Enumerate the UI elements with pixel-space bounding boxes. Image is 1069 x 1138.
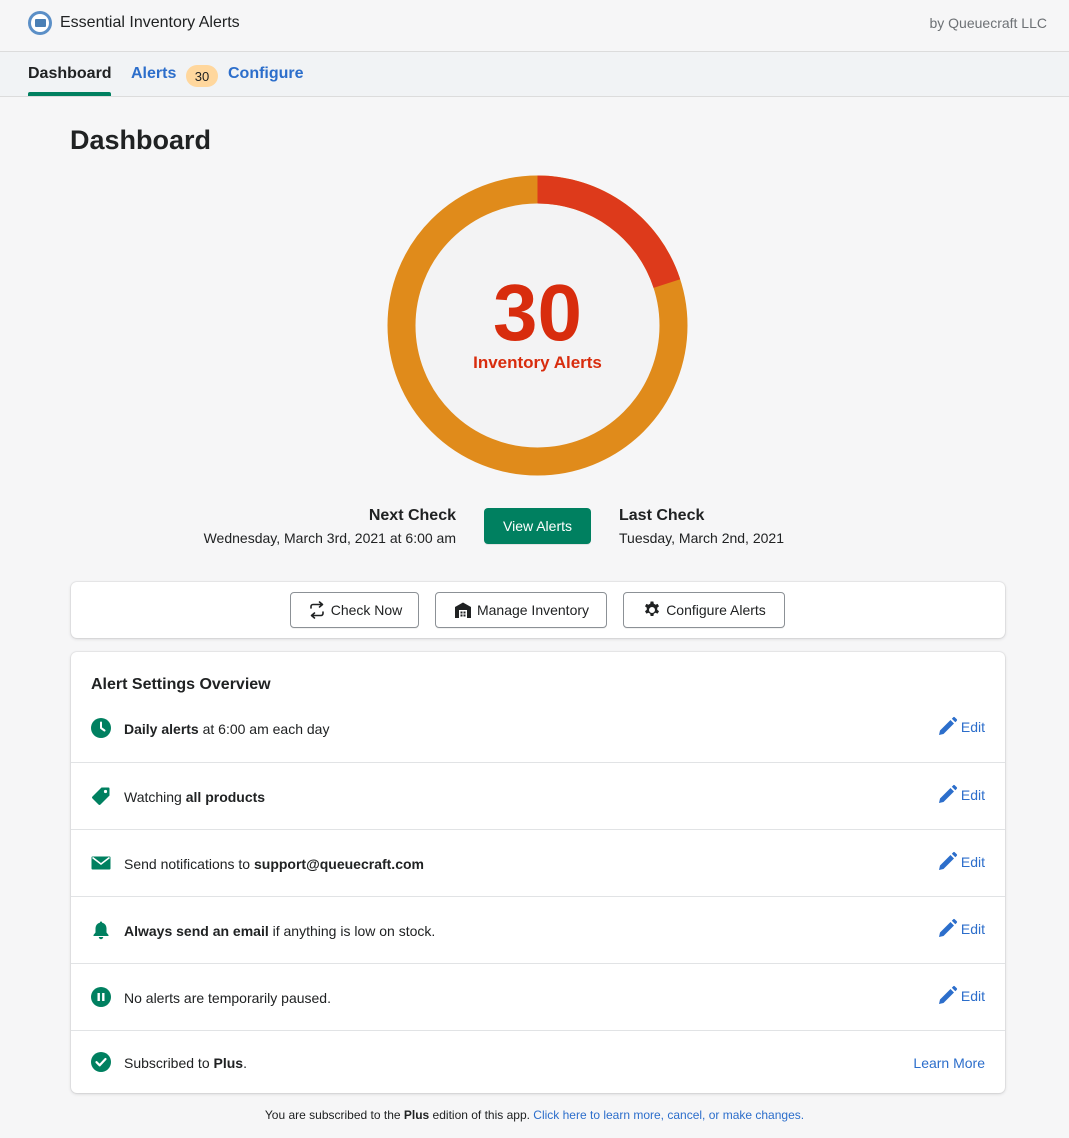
pencil-icon <box>938 784 957 803</box>
next-check-heading: Next Check <box>368 507 456 524</box>
setting-bold: support@queuecraft.com <box>253 856 424 872</box>
alert-count-label: Inventory Alerts <box>473 353 602 372</box>
warehouse-icon <box>454 602 471 618</box>
setting-text-products: Watching all products <box>124 789 265 805</box>
envelope-icon <box>91 856 111 870</box>
refresh-icon <box>309 601 324 619</box>
edit-paused-link[interactable]: Edit <box>936 985 985 1007</box>
next-check-date: Wednesday, March 3rd, 2021 at 6:00 am <box>203 530 456 546</box>
alert-settings-card: Alert Settings Overview Daily alerts at … <box>71 652 1005 1093</box>
gear-icon <box>645 601 660 616</box>
edit-label: Edit <box>960 787 985 803</box>
next-check: Next Check Wednesday, March 3rd, 2021 at… <box>204 507 456 546</box>
edit-label: Edit <box>960 719 985 735</box>
tab-dashboard[interactable]: Dashboard <box>28 65 112 83</box>
setting-rest: at 6:00 am each day <box>198 721 330 737</box>
manage-inventory-button[interactable]: Manage Inventory <box>435 592 607 628</box>
setting-bold: all products <box>185 789 266 805</box>
alerts-count-badge: 30 <box>186 65 218 87</box>
last-check: Last Check Tuesday, March 2nd, 2021 <box>619 507 784 546</box>
learn-more-link[interactable]: Learn More <box>913 1055 985 1071</box>
edit-email-rule-link[interactable]: Edit <box>936 918 985 940</box>
setting-prefix: No alerts are temporarily paused. <box>124 990 331 1006</box>
tag-icon <box>92 787 110 805</box>
settings-title: Alert Settings Overview <box>91 676 271 693</box>
bell-icon <box>93 921 109 940</box>
app-header: Essential Inventory Alerts by Queuecraft… <box>0 0 1069 52</box>
last-check-heading: Last Check <box>619 507 705 524</box>
setting-text-email-rule: Always send an email if anything is low … <box>124 923 435 939</box>
setting-text-subscription: Subscribed to Plus. <box>124 1055 247 1071</box>
active-tab-indicator <box>28 92 111 96</box>
setting-prefix: Watching <box>124 789 186 805</box>
tab-alerts[interactable]: Alerts <box>131 65 176 83</box>
setting-prefix: Subscribed to <box>124 1055 214 1071</box>
edit-label: Edit <box>960 988 985 1004</box>
footer-plan: Plus <box>403 1108 430 1122</box>
footer-prefix: You are subscribed to the <box>264 1108 404 1122</box>
footer-manage-link[interactable]: Click here to learn more, cancel, or mak… <box>533 1108 804 1122</box>
setting-bold: Always send an email <box>124 923 269 939</box>
configure-alerts-button[interactable]: Configure Alerts <box>623 592 785 628</box>
tab-bar: Dashboard Alerts 30 Configure <box>0 52 1069 97</box>
tab-configure[interactable]: Configure <box>228 65 304 83</box>
actions-card: Check Now Manage Inventory Configure Ale… <box>71 582 1005 638</box>
edit-notifications-link[interactable]: Edit <box>936 851 985 873</box>
pencil-icon <box>938 985 957 1004</box>
setting-row-subscription: Subscribed to Plus. Learn More <box>71 1030 1005 1093</box>
setting-text-notifications: Send notifications to support@queuecraft… <box>124 856 424 872</box>
setting-row-products: Watching all products Edit <box>71 762 1005 829</box>
setting-row-email-rule: Always send an email if anything is low … <box>71 896 1005 963</box>
last-check-date: Tuesday, March 2nd, 2021 <box>619 530 784 546</box>
app-logo-icon <box>28 11 52 35</box>
check-now-label: Check Now <box>330 602 403 618</box>
edit-label: Edit <box>960 921 985 937</box>
alert-count: 30 <box>493 268 582 357</box>
edit-products-link[interactable]: Edit <box>936 784 985 806</box>
edit-schedule-link[interactable]: Edit <box>936 716 985 738</box>
setting-bold: Plus <box>213 1055 244 1071</box>
setting-text-schedule: Daily alerts at 6:00 am each day <box>124 721 329 737</box>
setting-row-paused: No alerts are temporarily paused. Edit <box>71 963 1005 1030</box>
pencil-icon <box>938 851 957 870</box>
page-title: Dashboard <box>70 125 212 155</box>
manage-inventory-label: Manage Inventory <box>476 602 590 618</box>
setting-row-schedule: Daily alerts at 6:00 am each day Edit <box>71 694 1005 761</box>
clock-icon <box>91 718 111 738</box>
view-alerts-button[interactable]: View Alerts <box>484 508 591 544</box>
configure-alerts-label: Configure Alerts <box>666 602 766 618</box>
app-title: Essential Inventory Alerts <box>60 14 240 31</box>
subscription-footer: You are subscribed to the Plus edition o… <box>0 1108 1069 1122</box>
app-vendor: by Queuecraft LLC <box>929 15 1047 31</box>
setting-bold: Daily alerts <box>124 721 199 737</box>
footer-middle: edition of this app. <box>429 1108 534 1122</box>
pause-icon <box>91 987 111 1007</box>
setting-prefix: Send notifications to <box>124 856 254 872</box>
edit-label: Edit <box>960 854 985 870</box>
setting-rest: . <box>243 1055 247 1071</box>
setting-text-paused: No alerts are temporarily paused. <box>124 990 331 1006</box>
pencil-icon <box>938 918 957 937</box>
setting-rest: if anything is low on stock. <box>268 923 436 939</box>
setting-row-notifications: Send notifications to support@queuecraft… <box>71 829 1005 896</box>
checkmark-icon <box>91 1052 111 1072</box>
pencil-icon <box>938 716 957 735</box>
check-now-button[interactable]: Check Now <box>290 592 419 628</box>
